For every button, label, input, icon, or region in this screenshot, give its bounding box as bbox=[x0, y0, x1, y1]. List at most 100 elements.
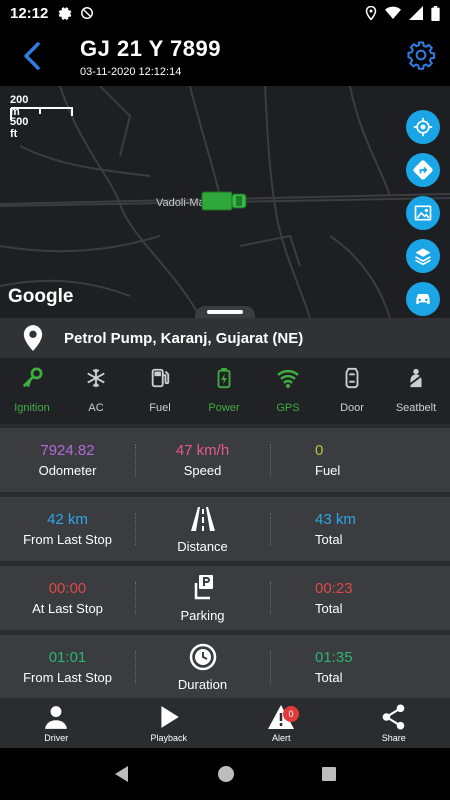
my-location-button[interactable] bbox=[406, 110, 440, 144]
nav-playback[interactable]: Playback bbox=[113, 698, 226, 748]
duration-total-label: Total bbox=[315, 670, 343, 685]
back-triangle-icon[interactable] bbox=[113, 765, 131, 783]
fuel-stat: 0 Fuel bbox=[270, 428, 450, 492]
sensor-gps: GPS bbox=[256, 358, 320, 424]
duration-center: Duration bbox=[135, 635, 270, 699]
person-icon bbox=[45, 705, 68, 729]
wifi-icon bbox=[277, 370, 299, 388]
location-address: Petrol Pump, Karanj, Gujarat (NE) bbox=[64, 329, 304, 347]
vehicle-view-button[interactable] bbox=[406, 282, 440, 316]
parking-at-last-stop: 00:00 At Last Stop bbox=[0, 566, 135, 630]
distance-total-value: 43 km bbox=[315, 511, 356, 528]
last-update-datetime: 03-11-2020 12:12:14 bbox=[80, 66, 182, 78]
seatbelt-icon bbox=[408, 368, 424, 388]
speed-stat: 47 km/h Speed bbox=[135, 428, 270, 492]
sensor-label: Seatbelt bbox=[395, 402, 437, 414]
layers-button[interactable] bbox=[406, 239, 440, 273]
vehicle-number: GJ 21 Y 7899 bbox=[80, 36, 221, 61]
summary-card: 7924.82 Odometer 47 km/h Speed 0 Fuel bbox=[0, 428, 450, 492]
parking-at-last-stop-label: At Last Stop bbox=[32, 601, 103, 616]
sensor-label: Door bbox=[340, 402, 364, 414]
scale-imperial-label: 500 ft bbox=[10, 116, 29, 140]
gear-icon bbox=[58, 7, 72, 20]
chevron-left-icon bbox=[24, 42, 40, 70]
header: GJ 21 Y 7899 03-11-2020 12:12:14 bbox=[0, 26, 450, 86]
fuel-label: Fuel bbox=[315, 463, 341, 478]
sensor-fuel: Fuel bbox=[128, 358, 192, 424]
duration-total: 01:35 Total bbox=[270, 635, 450, 699]
scale-metric-label: 200 m bbox=[10, 94, 29, 118]
distance-from-last-stop-value: 42 km bbox=[47, 511, 88, 528]
clock-icon bbox=[189, 643, 216, 670]
duration-label: Duration bbox=[177, 676, 228, 692]
odometer-label: Odometer bbox=[38, 463, 97, 478]
gear-icon bbox=[407, 41, 436, 70]
google-logo: Google bbox=[8, 286, 74, 307]
sensor-power: Power bbox=[192, 358, 256, 424]
status-bar: 12:12 bbox=[0, 0, 450, 26]
settings-button[interactable] bbox=[406, 40, 436, 70]
location-row: Petrol Pump, Karanj, Gujarat (NE) bbox=[0, 318, 450, 358]
parking-at-last-stop-value: 00:00 bbox=[48, 580, 87, 597]
back-button[interactable] bbox=[18, 40, 46, 72]
system-nav-bar bbox=[0, 748, 450, 800]
play-icon bbox=[161, 705, 179, 728]
parking-total: 00:23 Total bbox=[270, 566, 450, 630]
nav-share[interactable]: Share bbox=[338, 698, 450, 748]
fuel-icon bbox=[151, 368, 170, 388]
nav-label: Alert bbox=[271, 732, 291, 743]
map-type-icon bbox=[414, 205, 432, 221]
sensor-label: Fuel bbox=[149, 402, 171, 414]
road-icon bbox=[190, 506, 215, 531]
map-type-button[interactable] bbox=[406, 196, 440, 230]
location-pin-icon bbox=[365, 6, 377, 20]
fuel-value: 0 bbox=[315, 442, 324, 459]
sensor-ignition: Ignition bbox=[0, 358, 64, 424]
duration-from-last-stop-label: From Last Stop bbox=[23, 670, 112, 685]
sensor-strip[interactable]: Ignition AC Fuel Power GPS Door Seatbelt bbox=[0, 358, 450, 424]
duration-total-value: 01:35 bbox=[315, 649, 353, 666]
parking-label: Parking bbox=[180, 607, 225, 623]
signal-icon bbox=[409, 6, 423, 20]
at-sign-icon bbox=[81, 7, 94, 19]
status-time: 12:12 bbox=[10, 4, 49, 22]
parking-total-value: 00:23 bbox=[315, 580, 353, 597]
home-circle-icon[interactable] bbox=[217, 765, 235, 783]
sensor-door: Door bbox=[320, 358, 384, 424]
duration-from-last-stop: 01:01 From Last Stop bbox=[0, 635, 135, 699]
distance-label: Distance bbox=[177, 538, 228, 554]
sensor-label: AC bbox=[88, 402, 104, 414]
speed-value: 47 km/h bbox=[175, 442, 230, 459]
directions-button[interactable] bbox=[406, 153, 440, 187]
directions-icon bbox=[413, 160, 433, 180]
sensor-seatbelt: Seatbelt bbox=[384, 358, 448, 424]
layers-icon bbox=[415, 248, 431, 266]
distance-total: 43 km Total bbox=[270, 497, 450, 561]
distance-center: Distance bbox=[135, 497, 270, 561]
recents-square-icon[interactable] bbox=[321, 766, 337, 782]
wifi-status-icon bbox=[385, 6, 401, 19]
door-icon bbox=[345, 367, 359, 389]
my-location-icon bbox=[413, 117, 433, 137]
distance-from-last-stop-label: From Last Stop bbox=[23, 532, 112, 547]
duration-card: 01:01 From Last Stop Duration 01:35 Tota… bbox=[0, 635, 450, 699]
odometer-stat: 7924.82 Odometer bbox=[0, 428, 135, 492]
nav-alert[interactable]: Alert bbox=[225, 698, 338, 748]
battery-status-icon bbox=[431, 5, 440, 21]
alert-count-badge: 0 bbox=[283, 706, 299, 722]
nav-label: Playback bbox=[150, 732, 188, 743]
nav-driver[interactable]: Driver bbox=[0, 698, 113, 748]
details-panel: Petrol Pump, Karanj, Gujarat (NE) Igniti… bbox=[0, 318, 450, 699]
location-pin-icon bbox=[23, 325, 43, 351]
map-view[interactable]: 200 m 500 ft Vadoli-Ma...V Google bbox=[0, 86, 450, 318]
drag-handle[interactable] bbox=[195, 306, 255, 318]
parking-center: Parking bbox=[135, 566, 270, 630]
distance-from-last-stop: 42 km From Last Stop bbox=[0, 497, 135, 561]
odometer-value: 7924.82 bbox=[40, 442, 95, 459]
bottom-nav: Driver Playback Alert Share 0 bbox=[0, 698, 450, 748]
distance-card: 42 km From Last Stop Distance 43 km Tota… bbox=[0, 497, 450, 561]
sensor-label: Ignition bbox=[14, 402, 50, 414]
vehicle-marker-icon[interactable] bbox=[200, 190, 250, 212]
parking-icon bbox=[194, 574, 213, 599]
car-icon bbox=[416, 294, 430, 304]
